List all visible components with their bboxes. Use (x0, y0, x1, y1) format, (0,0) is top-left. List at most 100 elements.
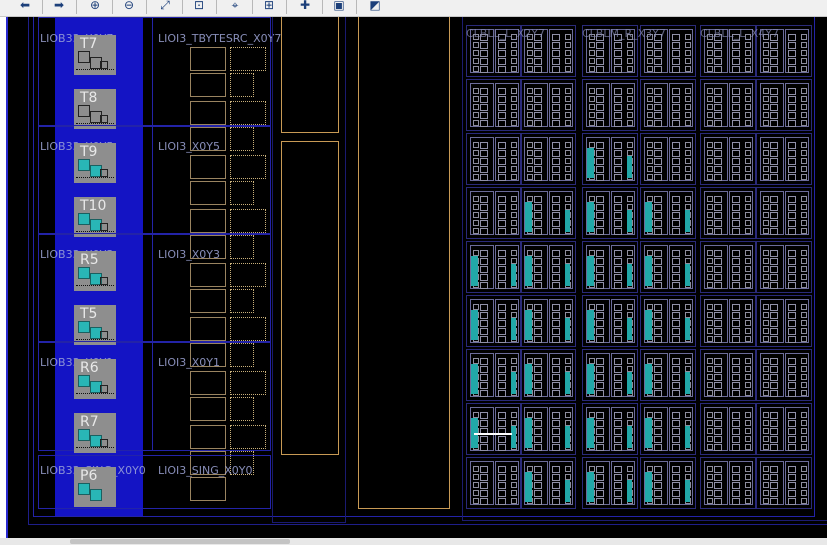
toolbar-separator (252, 0, 253, 14)
ilogic-site[interactable] (190, 209, 226, 233)
pad-buffer (100, 439, 108, 447)
ilogic-site[interactable] (190, 317, 226, 341)
zoom-selected-icon: ⊡ (193, 0, 205, 12)
pad-buffer (90, 489, 102, 501)
pad-buffer (78, 51, 90, 63)
pad-net (76, 285, 114, 289)
ologic-site[interactable] (190, 289, 226, 313)
package-pin-T8[interactable]: T8 (74, 89, 116, 129)
zoom-fit-icon: ⤢ (160, 0, 170, 12)
ilogic-site[interactable] (190, 425, 226, 449)
pad-buffer (78, 483, 90, 495)
package-pin-R6[interactable]: R6 (74, 359, 116, 399)
hierarchy-button[interactable]: ⊞ (260, 0, 278, 14)
pad-buffer (78, 105, 90, 117)
ilogic-site[interactable] (190, 263, 226, 287)
olog-site[interactable] (230, 47, 266, 71)
ologic-site[interactable] (190, 397, 226, 421)
toolbar-separator (216, 0, 217, 14)
olog-site[interactable] (230, 263, 266, 287)
idelay-site[interactable] (230, 181, 254, 205)
ioi-tile-label: LIOI3_X0Y1 (158, 356, 221, 369)
ilogic-site[interactable] (190, 371, 226, 395)
idelay-site[interactable] (230, 73, 254, 97)
route-button[interactable]: ⌖ (226, 0, 244, 14)
zoom-in-button[interactable]: ⊕ (86, 0, 104, 14)
ilogic-site[interactable] (190, 477, 226, 501)
ilogic-site[interactable] (190, 101, 226, 125)
arrow-left-icon: ⬅ (19, 0, 31, 12)
package-pin-name: T9 (80, 144, 98, 160)
package-pin-name: T5 (80, 306, 98, 322)
zoom-out-icon: ⊖ (123, 0, 135, 12)
olog-site[interactable] (230, 209, 266, 233)
toolbar-separator (182, 0, 183, 14)
ioi-tile-label: LIOI3_X0Y3 (158, 248, 221, 261)
zoom-fit-button[interactable]: ⤢ (156, 0, 174, 14)
horizontal-scrollbar-thumb[interactable] (70, 539, 290, 544)
interconnect-column (272, 17, 346, 523)
package-pin-name: T10 (80, 198, 107, 214)
package-pin-T7[interactable]: T7 (74, 35, 116, 75)
toolbar-separator (76, 0, 77, 14)
package-pin-name: P6 (80, 468, 98, 484)
pad-buffer (100, 115, 108, 123)
ologic-site[interactable] (190, 181, 226, 205)
package-pin-P6[interactable]: P6 (74, 467, 116, 507)
pad-buffer (100, 385, 108, 393)
forward-button[interactable]: ➡ (50, 0, 68, 14)
package-pin-T5[interactable]: T5 (74, 305, 116, 345)
pad-buffer (78, 159, 90, 171)
layers-icon: ▣ (333, 0, 345, 12)
package-pin-name: R5 (80, 252, 99, 268)
pad-net (76, 393, 114, 397)
pad-buffer (100, 223, 108, 231)
arrow-right-icon: ➡ (53, 0, 65, 12)
pad-buffer (78, 321, 90, 333)
package-pin-R7[interactable]: R7 (74, 413, 116, 453)
selected-net-arrow[interactable] (474, 433, 512, 435)
toolbar-separator (286, 0, 287, 14)
device-view-canvas[interactable]: LIOB33_X0Y7LIOI3_TBYTESRC_X0Y7T7T8LIOB33… (6, 17, 827, 538)
add-pblock-button[interactable]: ✚ (296, 0, 314, 14)
select-area-icon: ◩ (369, 0, 381, 12)
toolbar-separator (42, 0, 43, 14)
horizontal-scrollbar[interactable] (0, 538, 827, 545)
idelay-site[interactable] (230, 289, 254, 313)
pad-buffer (100, 169, 108, 177)
package-pin-name: R6 (80, 360, 99, 376)
pad-net (76, 447, 114, 451)
ioi-tile-label: LIOI3_SING_X0Y0 (158, 464, 253, 477)
toolbar-separator (322, 0, 323, 14)
select-area-button[interactable]: ◩ (366, 0, 384, 14)
olog-site[interactable] (230, 101, 266, 125)
add-pblock-icon: ✚ (299, 0, 311, 12)
zoom-in-icon: ⊕ (89, 0, 101, 12)
toolbar-separator (112, 0, 113, 14)
olog-site[interactable] (230, 371, 266, 395)
idelay-site[interactable] (230, 397, 254, 421)
ilogic-site[interactable] (190, 47, 226, 71)
pad-buffer (100, 277, 108, 285)
ioi-tile-label: LIOI3_TBYTESRC_X0Y7 (158, 32, 282, 45)
ologic-site[interactable] (190, 73, 226, 97)
layers-button[interactable]: ▣ (330, 0, 348, 14)
package-pin-name: R7 (80, 414, 99, 430)
pad-buffer (100, 61, 108, 69)
clock-region-column[interactable] (358, 17, 450, 509)
package-pin-T9[interactable]: T9 (74, 143, 116, 183)
clb-region (462, 17, 827, 521)
zoom-selected-button[interactable]: ⊡ (190, 0, 208, 14)
toolbar-separator (146, 0, 147, 14)
package-pin-R5[interactable]: R5 (74, 251, 116, 291)
package-pin-T10[interactable]: T10 (74, 197, 116, 237)
pad-buffer (78, 213, 90, 225)
back-button[interactable]: ⬅ (16, 0, 34, 14)
device-toolbar: ⬅ ➡ ⊕ ⊖ ⤢ ⊡ ⌖ ⊞ ✚ ▣ ◩ (0, 0, 827, 17)
ilogic-site[interactable] (190, 155, 226, 179)
zoom-out-button[interactable]: ⊖ (120, 0, 138, 14)
olog-site[interactable] (230, 317, 266, 341)
pad-buffer (100, 331, 108, 339)
olog-site[interactable] (230, 155, 266, 179)
olog-site[interactable] (230, 425, 266, 449)
